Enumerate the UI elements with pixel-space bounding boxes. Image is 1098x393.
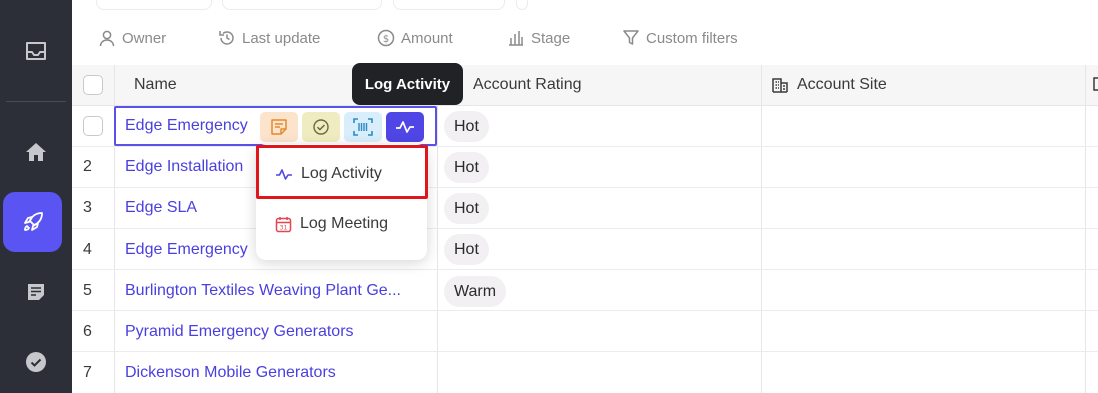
row-checkbox[interactable] [83, 116, 103, 136]
row-name-link[interactable]: Burlington Textiles Weaving Plant Ge... [125, 282, 401, 300]
activity-icon[interactable] [386, 112, 424, 142]
tooltip-text: Log Activity [364, 75, 451, 93]
row-number: 2 [83, 158, 92, 175]
filter-last-update-label: Last update [242, 29, 321, 47]
sidebar-divider [6, 101, 66, 102]
next-column-icon [1093, 77, 1098, 91]
filter-amount-label: Amount [401, 29, 453, 47]
svg-text:31: 31 [280, 224, 288, 231]
column-header-account-rating[interactable]: Account Rating [473, 76, 582, 94]
task-check-icon[interactable] [302, 112, 340, 142]
rating-badge[interactable]: Warm [444, 276, 507, 307]
filter-last-update[interactable]: Last update [218, 29, 320, 47]
row-number: 3 [83, 199, 92, 216]
calendar-icon: 31 [275, 216, 292, 232]
row-name-link[interactable]: Edge Installation [125, 158, 243, 176]
user-icon [99, 30, 115, 47]
row-name-link[interactable]: Pyramid Emergency Generators [125, 323, 354, 341]
row-name-link[interactable]: Edge Emergency [125, 241, 248, 259]
row-number: 4 [83, 241, 92, 258]
sidebar [0, 0, 72, 393]
home-icon[interactable] [0, 132, 72, 172]
filter-stage-label: Stage [531, 29, 571, 47]
notes-icon[interactable] [0, 272, 72, 312]
filter-custom-label: Custom filters [646, 29, 738, 47]
rating-badge[interactable]: Hot [444, 193, 489, 224]
column-header-account-site[interactable]: Account Site [797, 76, 887, 94]
scan-icon[interactable] [344, 112, 382, 142]
highlight-box [256, 145, 428, 199]
select-all-checkbox[interactable] [83, 75, 103, 95]
filter-amount[interactable]: $ Amount [377, 29, 453, 47]
row-name-link[interactable]: Dickenson Mobile Generators [125, 364, 336, 382]
history-icon [219, 31, 234, 45]
menu-item-log-meeting[interactable]: 31 Log Meeting [256, 204, 427, 244]
top-filter-pill [222, 0, 382, 10]
funnel-icon [623, 30, 639, 45]
rating-badge[interactable]: Hot [444, 111, 489, 142]
selected-name-cell[interactable]: Edge Emergency [114, 106, 437, 146]
svg-text:$: $ [383, 34, 389, 45]
building-icon [772, 77, 788, 98]
row-name-link[interactable]: Edge Emergency [125, 117, 259, 135]
column-header-name[interactable]: Name [134, 76, 177, 94]
row-number: 6 [83, 323, 92, 340]
note-icon[interactable] [260, 112, 298, 142]
dollar-circle-icon: $ [377, 29, 395, 47]
filter-owner-label: Owner [122, 29, 167, 47]
filter-custom[interactable]: Custom filters [622, 29, 738, 47]
menu-item-log-meeting-label: Log Meeting [300, 215, 389, 232]
filter-stage[interactable]: Stage [507, 29, 570, 47]
bar-chart-icon [509, 31, 523, 46]
top-filter-pill [96, 0, 212, 10]
top-filter-pill [516, 0, 528, 10]
inbox-icon[interactable] [0, 31, 72, 71]
data-table: Name Account Rating Account Site Edge Em… [72, 65, 1098, 393]
table-header [72, 65, 1098, 106]
filter-owner[interactable]: Owner [98, 29, 166, 47]
rocket-icon[interactable] [3, 192, 62, 252]
row-name-link[interactable]: Edge SLA [125, 199, 197, 217]
top-filter-pill [393, 0, 505, 10]
rating-badge[interactable]: Hot [444, 152, 489, 183]
check-circle-icon[interactable] [0, 342, 72, 382]
tooltip: Log Activity [352, 63, 463, 105]
row-number: 5 [83, 282, 92, 299]
row-number: 7 [83, 364, 92, 381]
rating-badge[interactable]: Hot [444, 234, 489, 265]
